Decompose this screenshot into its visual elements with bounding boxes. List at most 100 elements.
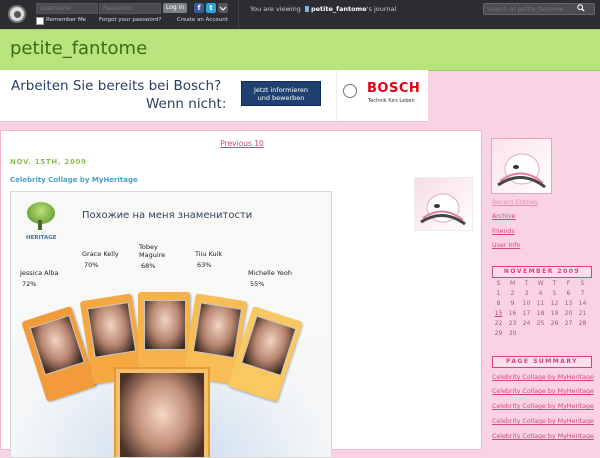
sidebar-link-recent-entries[interactable]: Recent Entries xyxy=(492,199,538,206)
ad-cta-line2: und bewerben xyxy=(257,94,305,102)
sidebar-link-archive[interactable]: Archive xyxy=(492,213,516,220)
calendar-day: 5 xyxy=(552,290,557,297)
celebrity-name: Tiiu Kuik xyxy=(195,250,223,258)
viewing-prefix: You are viewing xyxy=(250,5,301,13)
celebrity-photo xyxy=(29,314,85,376)
facebook-icon[interactable]: f xyxy=(194,3,204,13)
calendar-day: 6 xyxy=(566,290,571,297)
celebrity-percent: 63% xyxy=(197,261,212,269)
calendar-weekday: T xyxy=(524,280,529,287)
sidebar-link-user-info[interactable]: User Info xyxy=(492,242,520,249)
celebrity-label: Tobey Maguire 68% xyxy=(139,243,165,270)
entry-container: Previous 10 NOV. 15TH, 2009 Celebrity Co… xyxy=(0,130,483,458)
username-input[interactable] xyxy=(36,3,98,14)
entry-userpic[interactable] xyxy=(414,177,473,231)
calendar-day: 30 xyxy=(508,330,517,337)
celebrity-label: Jessica Alba 72% xyxy=(20,269,58,288)
bosch-logo-icon xyxy=(343,84,357,98)
celebrity-name: Tobey Maguire xyxy=(139,243,166,259)
calendar-day: 3 xyxy=(524,290,529,297)
journal-title[interactable]: petite_fantome xyxy=(10,38,147,59)
calendar-day: 29 xyxy=(494,330,503,337)
user-photo xyxy=(120,373,204,457)
calendar-day: 9 xyxy=(510,300,515,307)
create-account-link[interactable]: Create an Account xyxy=(177,17,228,23)
calendar-day: 1 xyxy=(496,290,501,297)
celebrity-label: Tiiu Kuik 63% xyxy=(195,250,222,269)
page-summary-title: PAGE SUMMARY xyxy=(492,356,592,368)
previous-10-link[interactable]: Previous 10 xyxy=(1,139,483,148)
calendar-day: 22 xyxy=(494,320,503,327)
user-icon xyxy=(304,6,309,12)
summary-item-link[interactable]: Celebrity Collage by MyHeritage xyxy=(492,403,594,410)
chevron-down-icon[interactable] xyxy=(218,3,228,13)
summary-item-link[interactable]: Celebrity Collage by MyHeritage xyxy=(492,388,594,395)
heritage-label: HERITAGE xyxy=(26,235,57,241)
journal-owner-link[interactable]: petite_fantome xyxy=(311,5,367,13)
search-icon[interactable] xyxy=(577,4,585,12)
ad-cta-button[interactable]: Jetzt informieren und bewerben xyxy=(241,81,321,106)
celebrity-name: Grace Kelly xyxy=(82,250,119,258)
calendar-day: 13 xyxy=(564,300,573,307)
celebrity-collage-image: HERITAGE Похожие на меня знаменитости Je… xyxy=(10,191,332,458)
bosch-brand-name: BOSCH xyxy=(367,81,421,96)
calendar-day: 26 xyxy=(550,320,559,327)
calendar-day: 18 xyxy=(536,310,545,317)
celebrity-percent: 55% xyxy=(250,280,265,288)
calendar-week-row: 29 30 xyxy=(492,330,590,340)
celebrity-percent: 70% xyxy=(84,261,99,269)
celebrity-photo-card xyxy=(138,292,190,376)
calendar-day: 11 xyxy=(536,300,545,307)
calendar-day: 10 xyxy=(522,300,531,307)
calendar-day: 7 xyxy=(580,290,585,297)
celebrity-name: Michelle Yeoh xyxy=(248,269,292,277)
summary-item-link[interactable]: Celebrity Collage by MyHeritage xyxy=(492,433,594,440)
celebrity-photo xyxy=(144,300,186,350)
celebrity-percent: 72% xyxy=(22,280,37,288)
ad-cta-line1: Jetzt informieren xyxy=(253,86,309,94)
calendar-week-row: 22 23 24 25 26 27 28 xyxy=(492,320,590,330)
entry-date: NOV. 15TH, 2009 xyxy=(10,158,87,166)
calendar-day: 20 xyxy=(564,310,573,317)
summary-item-link[interactable]: Celebrity Collage by MyHeritage xyxy=(492,418,594,425)
celebrity-label: Michelle Yeoh 55% xyxy=(248,269,292,288)
calendar-weekday: T xyxy=(552,280,557,287)
twitter-icon[interactable]: t xyxy=(206,3,216,13)
calendar-weekday: F xyxy=(566,280,571,287)
ad-text-line1: Arbeiten Sie bereits bei Bosch? xyxy=(11,78,222,94)
calendar-day[interactable]: 15 xyxy=(492,310,505,317)
calendar-week-row: 15 16 17 18 19 20 21 xyxy=(492,310,590,320)
calendar-day: 28 xyxy=(578,320,587,327)
calendar-day: 24 xyxy=(522,320,531,327)
bosch-brand-box: BOSCH Technik fürs Leben xyxy=(336,70,428,121)
ad-banner[interactable]: Arbeiten Sie bereits bei Bosch? Wenn nic… xyxy=(0,70,428,122)
celebrity-label: Grace Kelly 70% xyxy=(82,250,119,269)
remember-me-checkbox[interactable] xyxy=(36,17,44,25)
login-button[interactable]: Log in xyxy=(163,3,187,13)
calendar-day: 21 xyxy=(578,310,587,317)
password-input[interactable] xyxy=(99,3,161,14)
user-photo-card xyxy=(114,367,210,457)
calendar-day: 16 xyxy=(508,310,517,317)
viewing-journal-text: You are viewing petite_fantome's journal xyxy=(250,5,396,13)
viewing-suffix: 's journal xyxy=(366,5,397,13)
calendar-week-row: 1 2 3 4 5 6 7 xyxy=(492,290,590,300)
top-navigation-bar: Log in f t Remember Me Forgot your passw… xyxy=(0,0,600,29)
celebrity-name: Jessica Alba xyxy=(20,269,59,277)
remember-me-label: Remember Me xyxy=(46,17,87,23)
calendar-day: 2 xyxy=(510,290,515,297)
calendar-week-row: 8 9 10 11 12 13 14 xyxy=(492,300,590,310)
calendar-day: 14 xyxy=(578,300,587,307)
tree-trunk xyxy=(38,220,42,230)
calendar-day: 17 xyxy=(522,310,531,317)
sidebar-link-friends[interactable]: Friends xyxy=(492,228,515,235)
forgot-password-link[interactable]: Forgot your password? xyxy=(99,17,161,23)
entry-title-link[interactable]: Celebrity Collage by MyHeritage xyxy=(10,176,138,184)
summary-item-link[interactable]: Celebrity Collage by MyHeritage xyxy=(492,374,594,381)
sidebar-userpic[interactable] xyxy=(491,138,552,194)
site-logo-icon[interactable] xyxy=(8,5,26,23)
calendar-weekday: W xyxy=(537,280,544,287)
calendar-weekday-row: SMTWTFS xyxy=(492,280,590,290)
calendar-weekday: M xyxy=(509,280,516,287)
calendar-day: 23 xyxy=(508,320,517,327)
